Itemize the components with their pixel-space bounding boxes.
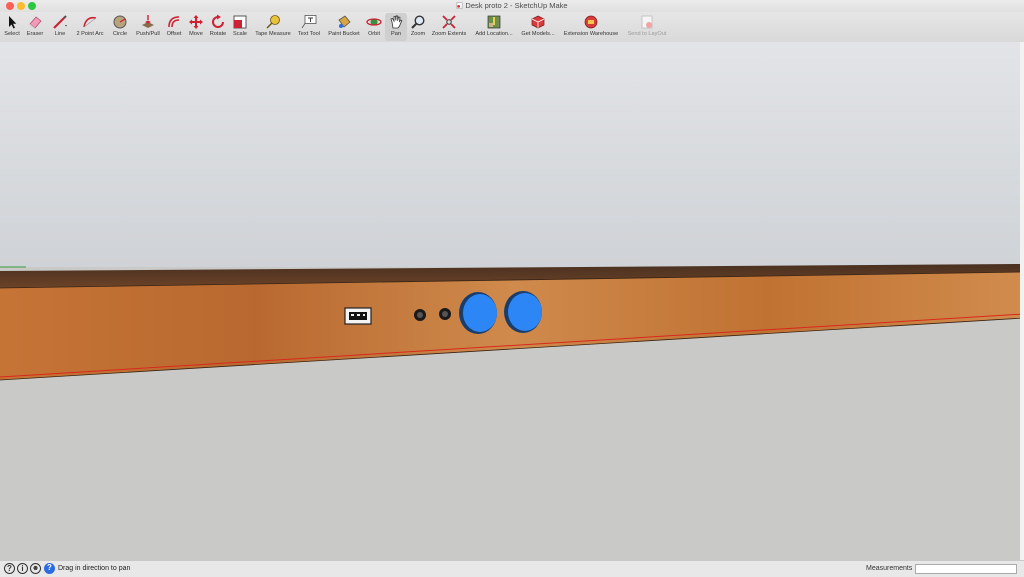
geo-location-icon[interactable]: ?	[4, 563, 15, 574]
tool-label: Text Tool	[298, 31, 320, 37]
large-toolset: Select Eraser Line 2 Point Arc Circle Pu…	[0, 12, 1024, 43]
blue-knob-left	[459, 292, 497, 334]
tool-label: Move	[189, 31, 203, 37]
tool-rotate[interactable]: Rotate	[207, 13, 229, 41]
tool-label: Push/Pull	[136, 31, 160, 37]
add-location-icon	[487, 15, 501, 29]
model-viewport[interactable]	[0, 42, 1024, 560]
scene-canvas[interactable]	[0, 42, 1024, 560]
tool-arc[interactable]: 2 Point Arc	[73, 13, 107, 41]
tool-label: Circle	[112, 31, 128, 37]
user-account-icon[interactable]: ☻	[30, 563, 41, 574]
scale-icon	[233, 15, 247, 29]
tool-label: Zoom	[410, 31, 426, 37]
usb-port	[344, 307, 372, 325]
tool-label: Send to LayOut	[627, 31, 667, 37]
tool-eraser[interactable]: Eraser	[24, 13, 46, 41]
rotate-icon	[212, 14, 224, 28]
tool-label: Select	[4, 31, 20, 37]
tape-measure-icon	[266, 15, 280, 29]
tool-label: Tape Measure	[255, 31, 291, 37]
extension-warehouse-icon	[584, 15, 598, 29]
pan-hand-icon	[390, 15, 403, 29]
tool-extension-warehouse[interactable]: Extension Warehouse	[560, 13, 622, 41]
arc-icon	[83, 16, 97, 28]
title-bar: Desk proto 2 - SketchUp Make	[0, 0, 1024, 12]
tool-label: 2 Point Arc	[76, 31, 104, 37]
tool-label: Offset	[166, 31, 182, 37]
move-icon	[189, 15, 203, 29]
orbit-icon	[366, 18, 382, 26]
tool-pan[interactable]: Pan	[385, 13, 407, 41]
offset-icon	[168, 16, 180, 28]
tool-select[interactable]: Select	[2, 13, 22, 41]
audio-jack-right	[439, 308, 451, 320]
3d-warehouse-icon	[531, 15, 545, 29]
status-bar: ? i ☻ ? Drag in direction to pan Measure…	[0, 560, 1024, 577]
tool-line[interactable]: Line	[49, 13, 71, 41]
tool-label: Eraser	[26, 31, 44, 37]
viewport-scrollbar[interactable]	[1020, 42, 1024, 560]
zoom-extents-icon	[442, 15, 456, 29]
tool-get-models[interactable]: Get Models...	[518, 13, 558, 41]
document-icon	[457, 2, 463, 9]
tool-label: Add Location...	[475, 31, 513, 37]
tool-tape-measure[interactable]: Tape Measure	[252, 13, 294, 41]
send-to-layout-icon	[641, 15, 653, 29]
tool-zoom[interactable]: Zoom	[408, 13, 428, 41]
blue-knob-right	[504, 291, 542, 333]
tool-offset[interactable]: Offset	[163, 13, 185, 41]
tool-orbit[interactable]: Orbit	[364, 13, 384, 41]
sky	[0, 42, 1024, 267]
tool-add-location[interactable]: Add Location...	[471, 13, 517, 41]
paint-bucket-icon	[338, 15, 351, 28]
tool-label: Line	[54, 31, 66, 37]
measurements-input[interactable]	[915, 564, 1017, 574]
tool-label: Zoom Extents	[431, 31, 467, 37]
zoom-magnifier-icon	[411, 15, 425, 29]
window-title-text: Desk proto 2 - SketchUp Make	[465, 1, 568, 10]
tool-label: Scale	[233, 31, 247, 37]
text-tool-icon	[301, 15, 317, 29]
tool-zoom-extents[interactable]: Zoom Extents	[429, 13, 469, 41]
tool-label: Get Models...	[521, 31, 555, 37]
pencil-icon	[53, 15, 67, 29]
tool-label: Paint Bucket	[328, 31, 360, 37]
measurements-label: Measurements	[866, 565, 913, 572]
instructor-help-icon[interactable]: ?	[44, 563, 55, 574]
tool-pushpull[interactable]: Push/Pull	[133, 13, 163, 41]
window-title: Desk proto 2 - SketchUp Make	[0, 0, 1024, 12]
credits-icon[interactable]: i	[17, 563, 28, 574]
tool-move[interactable]: Move	[186, 13, 206, 41]
tool-paint-bucket[interactable]: Paint Bucket	[325, 13, 363, 41]
circle-icon	[113, 15, 127, 29]
pushpull-icon	[142, 15, 154, 28]
select-arrow-icon	[9, 16, 17, 29]
audio-jack-left	[414, 309, 426, 321]
tool-scale[interactable]: Scale	[230, 13, 250, 41]
tool-label: Pan	[391, 31, 401, 37]
tool-label: Orbit	[367, 31, 381, 37]
tool-circle[interactable]: Circle	[109, 13, 131, 41]
status-message: Drag in direction to pan	[58, 565, 131, 572]
tool-label: Rotate	[209, 31, 227, 37]
tool-send-to-layout[interactable]: Send to LayOut	[624, 13, 670, 41]
tool-text[interactable]: Text Tool	[295, 13, 323, 41]
eraser-icon	[29, 16, 42, 29]
tool-label: Extension Warehouse	[563, 31, 619, 37]
